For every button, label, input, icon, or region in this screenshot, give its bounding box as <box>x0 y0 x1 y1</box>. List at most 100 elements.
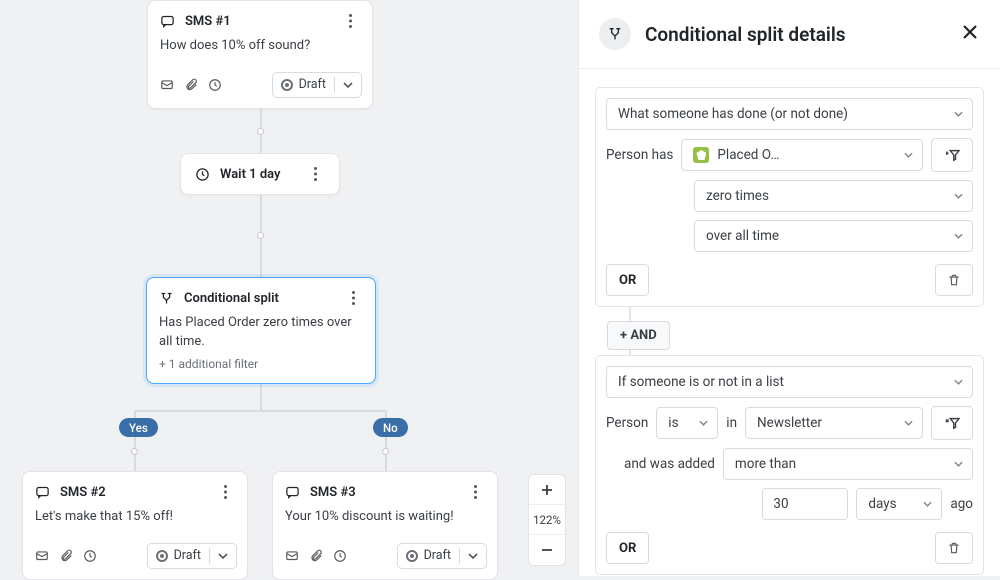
message-icon <box>160 78 174 92</box>
and-chip[interactable]: + AND <box>607 321 670 350</box>
sms-icon <box>35 485 50 500</box>
select-value: days <box>868 496 896 512</box>
connector-dot <box>257 128 264 135</box>
add-filter-button[interactable] <box>931 138 973 172</box>
status-dropdown[interactable]: Draft <box>147 543 237 569</box>
connector-dot <box>382 448 389 455</box>
delete-rule-button[interactable] <box>935 264 973 296</box>
person-has-label: Person has <box>606 147 673 163</box>
connector-line <box>134 410 387 412</box>
clock-icon <box>195 167 210 182</box>
shopify-icon <box>693 147 709 163</box>
condition-type-select[interactable]: If someone is or not in a list <box>606 366 973 398</box>
chevron-down-icon <box>954 460 963 469</box>
select-value: Placed O… <box>717 147 779 163</box>
node-sms-2[interactable]: SMS #2 Let's make that 15% off! Draft <box>22 471 248 580</box>
condition-type-select[interactable]: What someone has done (or not done) <box>606 98 973 130</box>
connector-dot <box>257 232 264 239</box>
sms-icon <box>160 14 175 29</box>
zoom-in-button[interactable] <box>529 475 565 505</box>
zoom-out-button[interactable] <box>529 535 565 565</box>
sms-icon <box>285 485 300 500</box>
or-button[interactable]: OR <box>606 264 649 296</box>
ago-label: ago <box>950 496 973 512</box>
unit-select[interactable]: days <box>856 488 942 520</box>
schedule-icon <box>83 549 97 563</box>
remove-filter-button[interactable] <box>931 406 973 440</box>
zoom-value: 122% <box>529 505 565 535</box>
node-title: Wait 1 day <box>220 167 295 182</box>
flow-canvas[interactable]: SMS #1 How does 10% off sound? Draft Wai… <box>0 0 578 576</box>
node-body: Has Placed Order zero times over all tim… <box>159 314 363 352</box>
or-button[interactable]: OR <box>606 532 649 564</box>
node-sms-3[interactable]: SMS #3 Your 10% discount is waiting! Dra… <box>272 471 498 580</box>
timeframe-select[interactable]: over all time <box>694 220 973 252</box>
count-select[interactable]: zero times <box>694 180 973 212</box>
in-label: in <box>726 415 737 431</box>
node-title: SMS #3 <box>310 485 455 500</box>
status-dropdown[interactable]: Draft <box>397 543 487 569</box>
chevron-down-icon <box>699 419 708 428</box>
rule-group-2: If someone is or not in a list Person is… <box>595 355 984 575</box>
panel-title: Conditional split details <box>645 23 946 46</box>
select-value: more than <box>735 456 796 472</box>
chevron-down-icon <box>218 551 228 561</box>
node-menu-button[interactable] <box>343 288 363 308</box>
connector-dot <box>131 448 138 455</box>
is-select[interactable]: is <box>656 407 718 439</box>
status-dot-icon <box>156 550 168 562</box>
status-label: Draft <box>174 548 201 563</box>
message-icon <box>35 549 49 563</box>
select-value: What someone has done (or not done) <box>618 106 848 122</box>
split-icon <box>159 291 174 306</box>
schedule-icon <box>208 78 222 92</box>
chevron-down-icon <box>468 551 478 561</box>
person-label: Person <box>606 415 648 431</box>
node-footer-icons <box>285 549 347 563</box>
node-conditional-split[interactable]: Conditional split Has Placed Order zero … <box>146 277 376 384</box>
node-subtext: + 1 additional filter <box>159 356 363 373</box>
select-value: If someone is or not in a list <box>618 374 784 390</box>
comparator-select[interactable]: more than <box>723 448 973 480</box>
select-value: is <box>668 415 678 431</box>
status-dropdown[interactable]: Draft <box>272 72 362 98</box>
branch-pill-no: No <box>373 418 408 437</box>
node-footer-icons <box>160 78 222 92</box>
conditional-split-panel: Conditional split details What someone h… <box>578 0 1000 576</box>
attachment-icon <box>59 549 73 563</box>
node-menu-button[interactable] <box>215 482 235 502</box>
node-title: SMS #2 <box>60 485 205 500</box>
select-value: zero times <box>706 188 769 204</box>
message-icon <box>285 549 299 563</box>
number-input[interactable] <box>762 488 848 520</box>
status-label: Draft <box>299 77 326 92</box>
status-dot-icon <box>281 79 293 91</box>
list-select[interactable]: Newsletter <box>745 407 923 439</box>
chevron-down-icon <box>904 419 913 428</box>
node-menu-button[interactable] <box>340 11 360 31</box>
chevron-down-icon <box>954 378 963 387</box>
node-body: How does 10% off sound? <box>148 35 372 66</box>
node-wait[interactable]: Wait 1 day <box>180 153 340 195</box>
chevron-down-icon <box>923 500 932 509</box>
chevron-down-icon <box>343 80 353 90</box>
node-menu-button[interactable] <box>305 164 325 184</box>
chevron-down-icon <box>954 232 963 241</box>
status-dot-icon <box>406 550 418 562</box>
delete-rule-button[interactable] <box>935 532 973 564</box>
node-sms-1[interactable]: SMS #1 How does 10% off sound? Draft <box>147 0 373 109</box>
attachment-icon <box>309 549 323 563</box>
schedule-icon <box>333 549 347 563</box>
chevron-down-icon <box>904 151 913 160</box>
chevron-down-icon <box>954 110 963 119</box>
node-body: Your 10% discount is waiting! <box>273 506 497 537</box>
metric-select[interactable]: Placed O… <box>681 139 923 171</box>
close-button[interactable] <box>960 22 980 46</box>
node-title: SMS #1 <box>185 14 330 29</box>
attachment-icon <box>184 78 198 92</box>
chevron-down-icon <box>954 192 963 201</box>
branch-pill-yes: Yes <box>119 418 158 437</box>
select-value: Newsletter <box>757 415 822 431</box>
split-icon <box>599 18 631 50</box>
node-menu-button[interactable] <box>465 482 485 502</box>
